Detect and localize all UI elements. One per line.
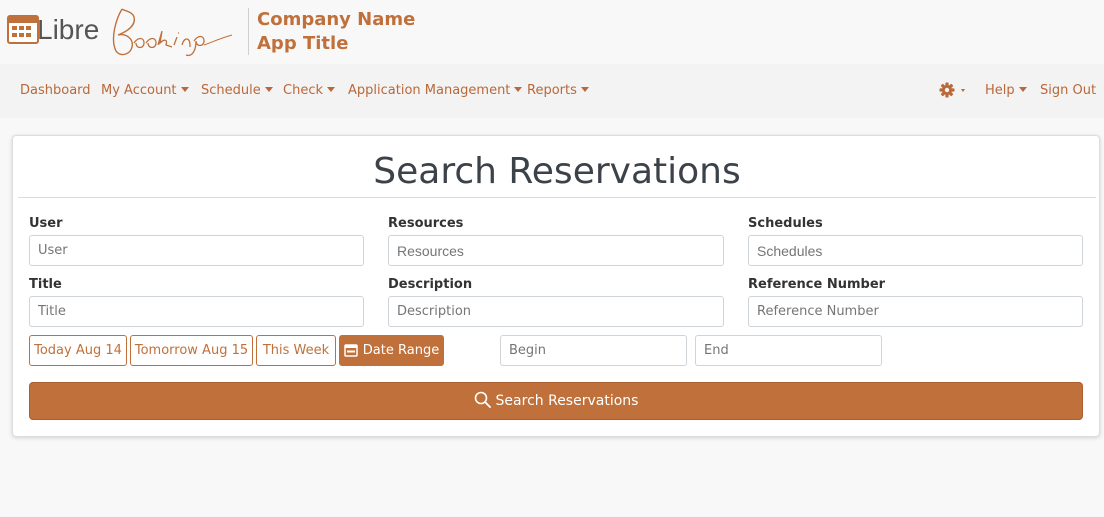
- title-input[interactable]: [29, 296, 364, 327]
- search-reservations-button[interactable]: Search Reservations: [29, 382, 1083, 420]
- schedules-label: Schedules: [748, 216, 823, 231]
- nav-application-management[interactable]: Application Management: [348, 82, 523, 100]
- svg-text:Libre: Libre: [37, 14, 99, 45]
- nav-dashboard[interactable]: Dashboard: [20, 82, 91, 100]
- user-label: User: [29, 216, 63, 231]
- nav-schedule[interactable]: Schedule: [201, 82, 273, 100]
- settings-menu[interactable]: [938, 81, 968, 99]
- user-input[interactable]: [29, 235, 364, 266]
- begin-date-input[interactable]: [500, 335, 687, 366]
- nav-check-label: Check: [283, 83, 323, 98]
- today-button[interactable]: Today Aug 14: [29, 335, 127, 366]
- search-icon: [474, 391, 491, 408]
- description-label: Description: [388, 277, 473, 292]
- search-reservations-card: Search Reservations User Resources Sched…: [12, 135, 1100, 437]
- nav-my-account-label: My Account: [101, 83, 177, 98]
- nav-check[interactable]: Check: [283, 82, 335, 100]
- search-reservations-label: Search Reservations: [495, 393, 639, 409]
- title-divider: [18, 197, 1096, 198]
- caret-down-icon: [264, 87, 273, 92]
- caret-down-icon: [327, 87, 335, 92]
- date-range-label: Date Range: [362, 343, 440, 358]
- caret-down-icon: [1018, 87, 1027, 92]
- company-name: Company Name: [257, 9, 416, 30]
- reference-number-label: Reference Number: [748, 277, 886, 292]
- header: Libre Company Name App Title: [0, 0, 1104, 64]
- librebooking-logo[interactable]: Libre: [6, 5, 242, 59]
- nav-reports[interactable]: Reports: [527, 82, 589, 100]
- tomorrow-button[interactable]: Tomorrow Aug 15: [130, 335, 253, 366]
- description-input[interactable]: [388, 296, 724, 327]
- nav-my-account[interactable]: My Account: [101, 82, 189, 100]
- title-label: Title: [29, 277, 62, 292]
- reference-number-input[interactable]: [748, 296, 1083, 327]
- header-divider: [248, 8, 249, 55]
- calendar-range-icon: [344, 344, 358, 357]
- caret-down-icon: [514, 87, 523, 92]
- nav-application-management-label: Application Management: [348, 83, 511, 98]
- nav-dashboard-label: Dashboard: [20, 83, 91, 98]
- nav-sign-out[interactable]: Sign Out: [1040, 82, 1096, 100]
- end-date-input[interactable]: [695, 335, 882, 366]
- resources-label: Resources: [388, 216, 464, 231]
- caret-down-icon: [580, 87, 589, 92]
- this-week-button[interactable]: This Week: [256, 335, 336, 366]
- nav-schedule-label: Schedule: [201, 83, 261, 98]
- gear-icon: [939, 82, 965, 98]
- nav-help-label: Help: [985, 83, 1015, 98]
- resources-input[interactable]: [388, 235, 724, 266]
- nav-help[interactable]: Help: [985, 82, 1027, 100]
- nav-sign-out-label: Sign Out: [1040, 83, 1097, 98]
- caret-down-icon: [180, 87, 189, 92]
- app-title: App Title: [257, 33, 349, 54]
- date-range-button[interactable]: Date Range: [339, 335, 444, 366]
- page-title: Search Reservations: [373, 151, 741, 192]
- schedules-input[interactable]: [748, 235, 1083, 266]
- nav-reports-label: Reports: [527, 83, 577, 98]
